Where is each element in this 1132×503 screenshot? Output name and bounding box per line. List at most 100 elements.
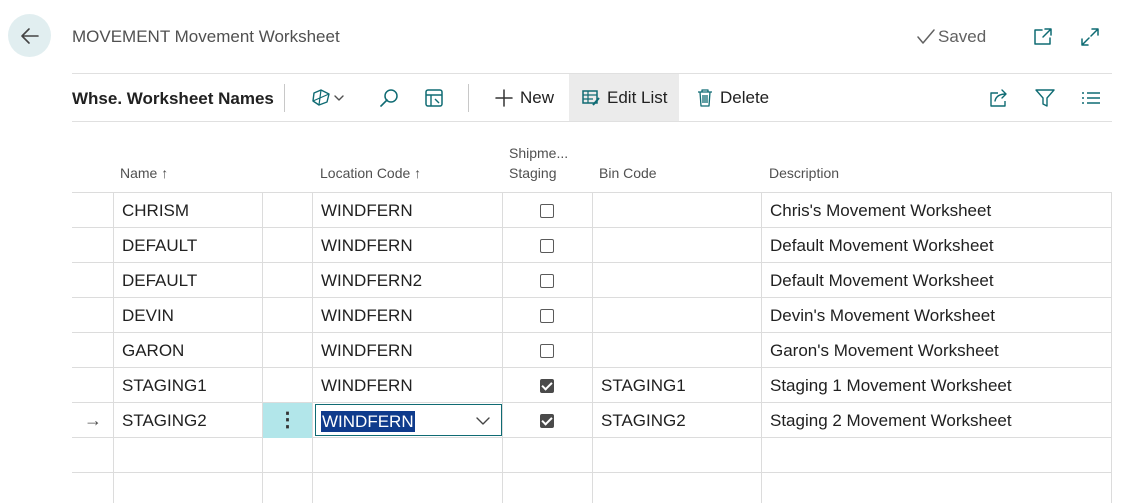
cell-stg (502, 193, 592, 228)
cell-bin[interactable] (592, 298, 761, 333)
cell-bin[interactable] (592, 333, 761, 368)
cell-desc[interactable]: Staging 2 Movement Worksheet (761, 403, 1112, 438)
cell-name[interactable]: DEFAULT (113, 263, 262, 298)
table-row[interactable]: CHRISM WINDFERN Chris's Movement Worksheet (72, 193, 1112, 228)
current-row-arrow-icon: → (84, 410, 102, 430)
cell-stg (502, 228, 592, 263)
table-row[interactable]: DEVIN WINDFERN Devin's Movement Worksheet (72, 298, 1112, 333)
cell-name[interactable]: DEVIN (113, 298, 262, 333)
cell-name[interactable]: GARON (113, 333, 262, 368)
cell-menu[interactable]: ⋮ (262, 403, 312, 438)
cell-name[interactable]: CHRISM (113, 193, 262, 228)
action-bar-separator (468, 84, 469, 112)
cell-bin[interactable] (592, 193, 761, 228)
cell-stg (502, 473, 592, 503)
cell-loc[interactable]: WINDFERN (312, 298, 502, 333)
cell-desc[interactable]: Devin's Movement Worksheet (761, 298, 1112, 333)
cell-menu (262, 473, 312, 503)
cell-desc[interactable]: Garon's Movement Worksheet (761, 333, 1112, 368)
cell-name[interactable]: STAGING1 (113, 368, 262, 403)
shipment-staging-checkbox[interactable] (540, 414, 554, 428)
cell-name[interactable]: STAGING2 (113, 403, 262, 438)
back-button[interactable] (8, 14, 51, 57)
list-title: Whse. Worksheet Names (72, 89, 274, 108)
column-header-location-code[interactable]: Location Code ↑ (320, 163, 421, 183)
cell-bin[interactable]: STAGING2 (592, 403, 761, 438)
cell-menu (262, 333, 312, 368)
cell-loc[interactable]: WINDFERN (312, 193, 502, 228)
personalize-button[interactable] (423, 74, 445, 122)
cell-menu (262, 438, 312, 473)
open-in-new-window-icon[interactable] (1032, 26, 1054, 48)
cell-desc (761, 438, 1112, 473)
cell-loc (312, 438, 502, 473)
edit-list-button[interactable]: Edit List (569, 74, 680, 122)
cell-menu (262, 263, 312, 298)
new-label: New (520, 88, 555, 107)
column-header-shipment-staging[interactable]: Shipme... Staging (509, 143, 568, 183)
table-row[interactable]: → STAGING2 ⋮ WINDFERN STAGING2 Staging 2 Move… (72, 403, 1112, 438)
location-code-selected-text[interactable]: WINDFERN (321, 411, 415, 432)
filter-button[interactable] (1034, 74, 1056, 122)
saved-status: Saved (916, 27, 986, 47)
table-row[interactable]: STAGING1 WINDFERN STAGING1 Staging 1 Moveme… (72, 368, 1112, 403)
layout-icon (425, 89, 443, 107)
edit-list-label: Edit List (607, 88, 668, 107)
search-button[interactable] (378, 74, 400, 122)
list-icon (1082, 92, 1100, 104)
shipment-staging-checkbox[interactable] (540, 309, 554, 323)
cell-marker (72, 438, 113, 473)
cell-desc (761, 473, 1112, 503)
cell-desc[interactable]: Staging 1 Movement Worksheet (761, 368, 1112, 403)
cell-menu (262, 193, 312, 228)
cell-loc[interactable]: WINDFERN (312, 368, 502, 403)
cell-bin[interactable] (592, 263, 761, 298)
delete-button[interactable]: Delete (696, 74, 769, 122)
worksheet-names-grid: CHRISM WINDFERN Chris's Movement Worksheet… (72, 192, 1112, 503)
column-header-shipment-line1: Shipme... (509, 145, 569, 161)
column-header-name[interactable]: Name ↑ (120, 163, 168, 183)
cell-stg (502, 438, 592, 473)
share-button[interactable] (988, 74, 1010, 122)
cell-stg (502, 263, 592, 298)
share-icon (990, 89, 1007, 107)
cell-bin[interactable] (592, 228, 761, 263)
expand-icon[interactable] (1079, 26, 1101, 48)
column-header-bin-code[interactable]: Bin Code (599, 163, 657, 183)
cell-name[interactable]: DEFAULT (113, 228, 262, 263)
row-menu-icon[interactable]: ⋮ (263, 403, 312, 438)
delete-label: Delete (720, 88, 770, 107)
table-row[interactable]: DEFAULT WINDFERN Default Movement Workshee… (72, 228, 1112, 263)
shipment-staging-checkbox[interactable] (540, 379, 554, 393)
cell-marker (72, 473, 113, 503)
checkmark-icon (917, 29, 935, 44)
cell-loc[interactable]: WINDFERN2 (312, 263, 502, 298)
location-code-dropdown[interactable]: WINDFERN (315, 404, 502, 436)
analysis-icon (312, 89, 344, 106)
cell-loc[interactable]: WINDFERN (312, 403, 502, 438)
list-view-button[interactable] (1080, 74, 1102, 122)
empty-row[interactable] (72, 473, 1112, 503)
shipment-staging-checkbox[interactable] (540, 344, 554, 358)
cell-bin[interactable]: STAGING1 (592, 368, 761, 403)
cell-marker (72, 298, 113, 333)
table-row[interactable]: GARON WINDFERN Garon's Movement Worksheet (72, 333, 1112, 368)
new-button[interactable]: New (494, 74, 554, 122)
column-header-description[interactable]: Description (769, 163, 839, 183)
cell-loc[interactable]: WINDFERN (312, 228, 502, 263)
edit-list-icon (582, 90, 600, 106)
cell-stg (502, 403, 592, 438)
shipment-staging-checkbox[interactable] (540, 274, 554, 288)
empty-row[interactable] (72, 438, 1112, 473)
analysis-mode-button[interactable] (310, 74, 346, 122)
shipment-staging-checkbox[interactable] (540, 204, 554, 218)
table-row[interactable]: DEFAULT WINDFERN2 Default Movement Workshe… (72, 263, 1112, 298)
cell-loc[interactable]: WINDFERN (312, 333, 502, 368)
shipment-staging-checkbox[interactable] (540, 239, 554, 253)
trash-icon (698, 89, 712, 107)
cell-desc[interactable]: Default Movement Worksheet (761, 263, 1112, 298)
chevron-down-icon[interactable] (475, 414, 491, 428)
action-bar: Whse. Worksheet Names New Edit List Dele… (72, 74, 1112, 122)
cell-desc[interactable]: Chris's Movement Worksheet (761, 193, 1112, 228)
cell-desc[interactable]: Default Movement Worksheet (761, 228, 1112, 263)
